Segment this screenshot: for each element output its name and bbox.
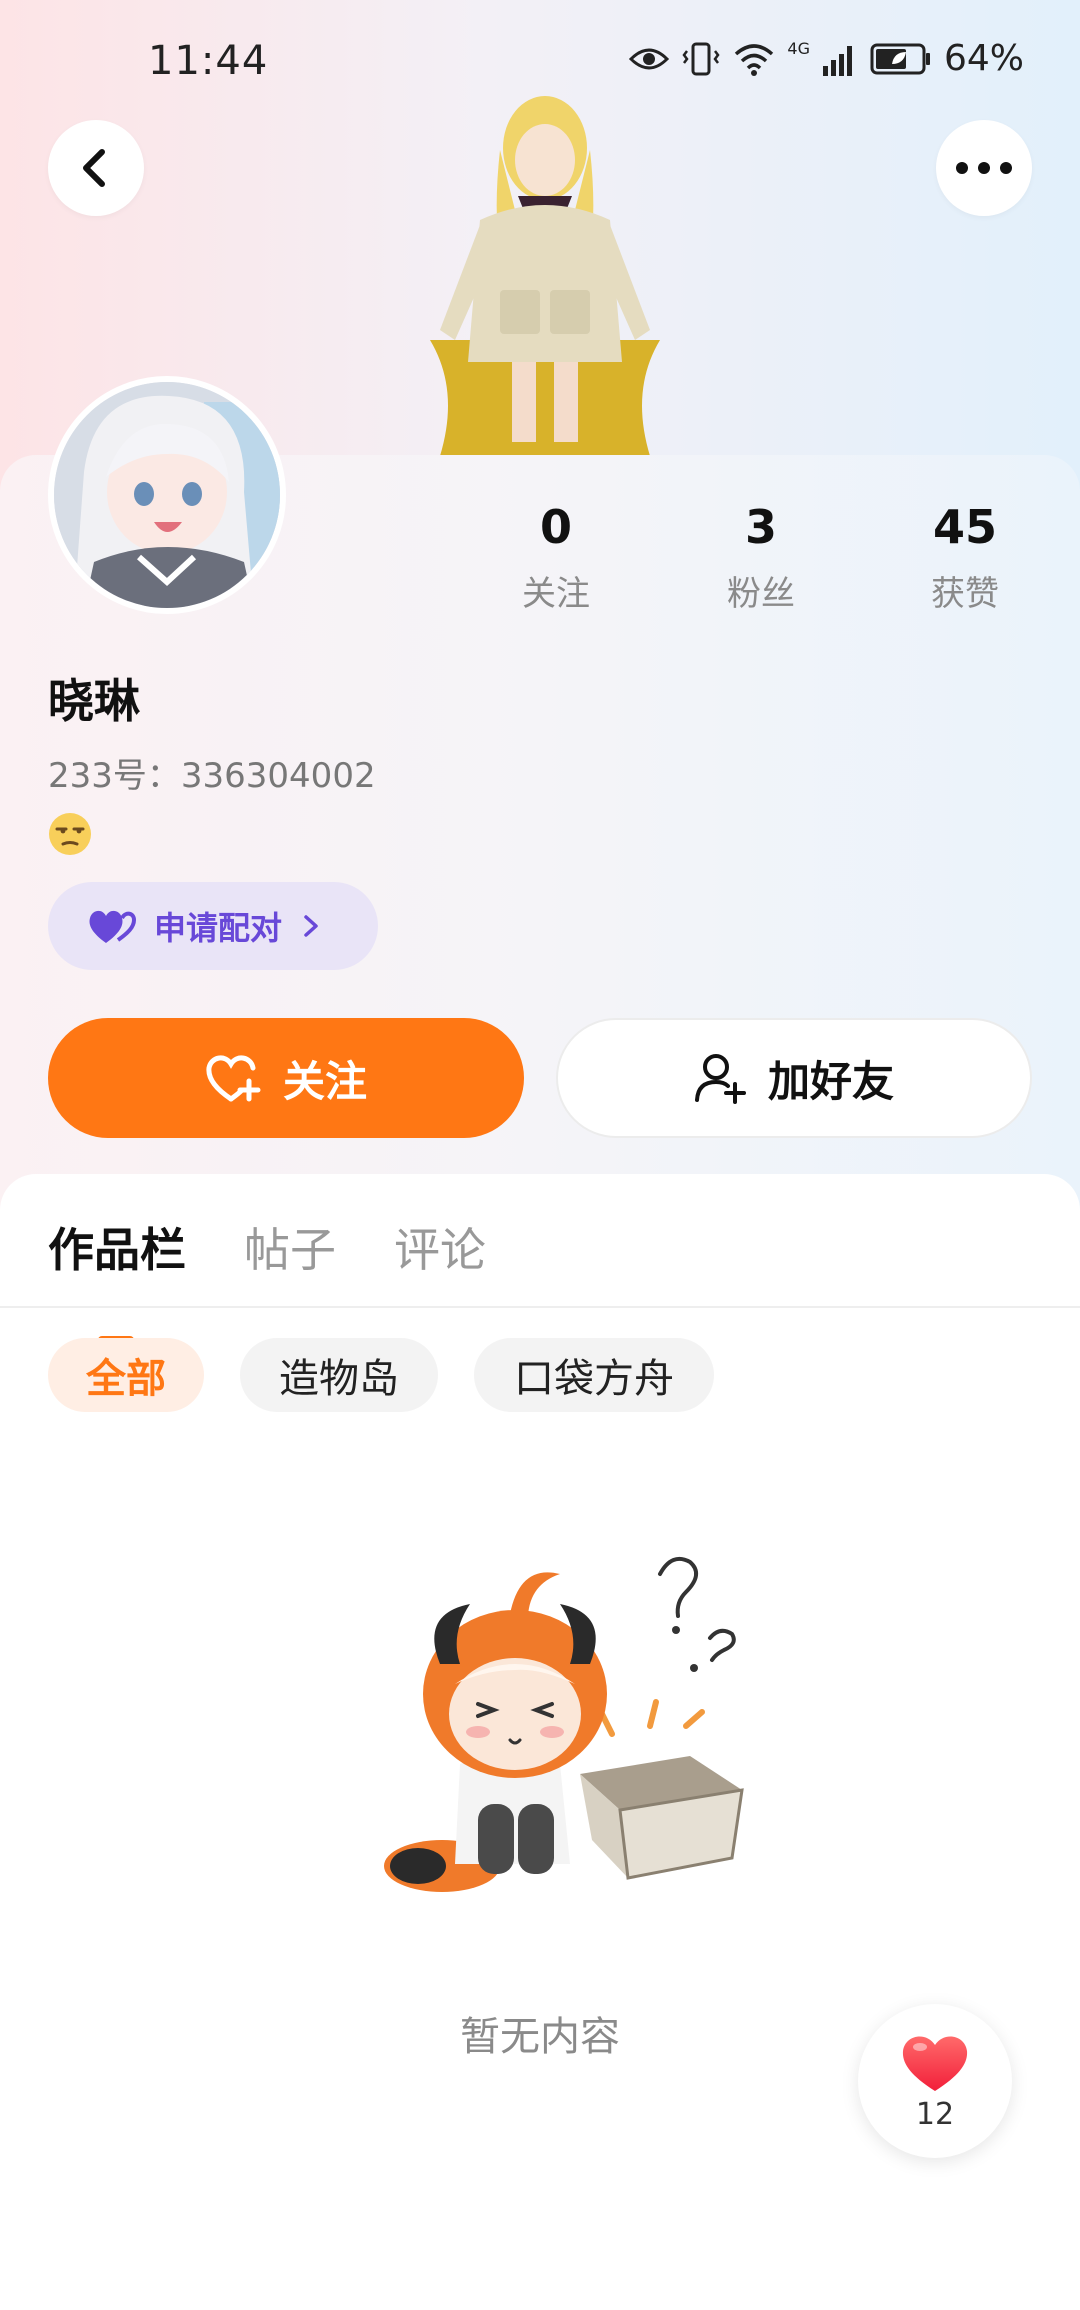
stat-value: 45 [932,500,997,554]
follow-button[interactable]: 关注 [48,1018,524,1138]
add-user-icon [694,1054,746,1104]
filter-chip-all[interactable]: 全部 [48,1338,204,1412]
avatar-3d-character-image [430,96,660,456]
stat-label: 粉丝 [727,574,795,614]
stat-value: 0 [539,500,572,554]
wifi-icon [735,43,774,76]
apply-pairing-label: 申请配对 [154,909,283,947]
add-friend-button[interactable]: 加好友 [556,1018,1032,1138]
back-button[interactable] [48,120,144,216]
avatar[interactable] [48,376,286,614]
empty-state-illustration [384,1557,744,1892]
tab-posts[interactable]: 帖子 [244,1214,336,1280]
vibrate-icon [682,42,720,75]
status-icons: 4G 64% [629,38,1024,79]
heart-icon [902,2035,968,2091]
chevron-left-icon [83,149,105,187]
stat-following[interactable]: 0 关注 [476,500,636,615]
stat-likes[interactable]: 45 获赞 [885,500,1045,615]
battery-icon [870,43,930,74]
profile-name: 晓琳 [48,674,140,728]
stat-label: 关注 [522,574,590,614]
chevron-right-icon [304,915,318,937]
signal-icon [822,45,852,76]
battery-level: 64% [943,38,1024,79]
like-floating-button[interactable]: 12 [858,2004,1012,2158]
tab-works[interactable]: 作品栏 [48,1214,186,1280]
add-friend-label: 加好友 [767,1056,894,1106]
stat-followers[interactable]: 3 粉丝 [681,500,841,615]
avatar-illustration [54,382,280,608]
more-button[interactable] [936,120,1032,216]
follow-label: 关注 [282,1056,367,1106]
divider [0,1306,1080,1308]
unamused-face-emoji-icon [49,813,91,855]
heart-plus-icon [206,1055,261,1102]
filter-chip-creation-island[interactable]: 造物岛 [240,1338,438,1412]
network-type-label: 4G [787,39,810,58]
like-count: 12 [915,2096,955,2132]
stat-value: 3 [744,500,777,554]
apply-pairing-button[interactable]: 申请配对 [48,882,378,970]
status-time: 11:44 [148,38,269,84]
heart-pair-icon [89,910,136,943]
filter-chip-pocket-ark[interactable]: 口袋方舟 [474,1338,714,1412]
profile-uid: 233号：336304002 [48,756,376,796]
eye-icon [629,48,670,69]
content-tabs: 作品栏 帖子 评论 [0,1214,1080,1344]
more-dots-icon [956,162,1012,174]
stat-label: 获赞 [931,574,999,614]
tab-comments[interactable]: 评论 [394,1214,486,1280]
